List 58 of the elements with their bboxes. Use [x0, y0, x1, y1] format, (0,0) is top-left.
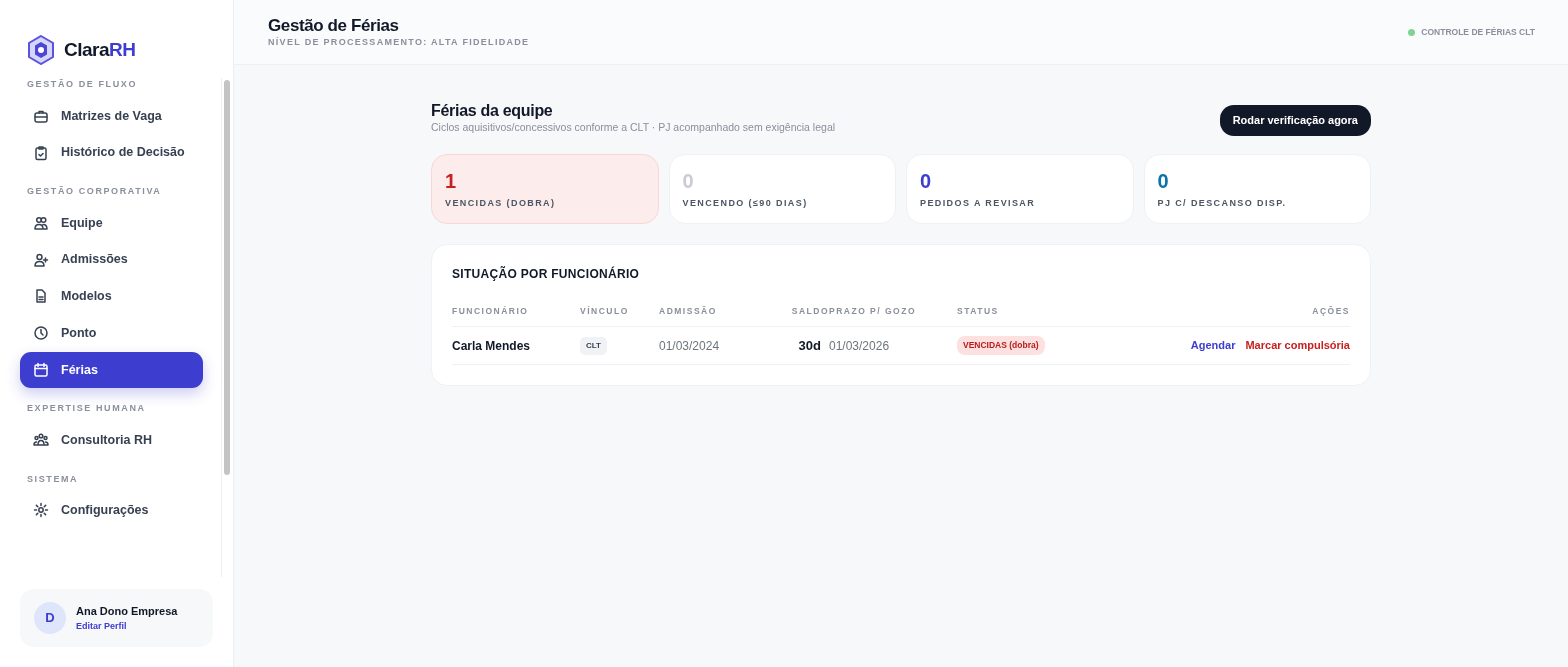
nav-item[interactable]: Configurações: [20, 492, 203, 529]
stat-value: 0: [1157, 170, 1170, 191]
nav-item[interactable]: Admissões: [20, 241, 203, 278]
table-cell-text: 30d: [798, 336, 821, 355]
user-name: Ana Dono Empresa: [76, 604, 178, 619]
nav-section-title: GESTÃO CORPORATIVA: [26, 185, 163, 198]
page-subtitle: NÍVEL DE PROCESSAMENTO: ALTA FIDELIDADE: [268, 36, 530, 50]
stat-value: 1: [445, 170, 458, 191]
table-cell-text: 01/03/2026: [829, 337, 890, 355]
nav-item[interactable]: Férias: [20, 351, 203, 389]
calendar-icon: [33, 361, 49, 378]
contract-tag: CLT: [580, 336, 607, 355]
nav-item[interactable]: Matrizes de Vaga: [20, 97, 203, 135]
clock-icon: [33, 325, 49, 342]
table-cell-text: 01/03/2024: [659, 337, 720, 355]
people-icon: [33, 214, 49, 231]
group-icon: [33, 432, 49, 449]
action-link[interactable]: Agendar: [1190, 337, 1236, 354]
stat-label: VENCIDAS (DOBRA): [445, 196, 557, 210]
nav-item[interactable]: Equipe: [20, 204, 203, 242]
edit-profile-link[interactable]: Editar Perfil: [76, 619, 178, 633]
run-check-button[interactable]: Rodar verificação agora: [1219, 105, 1371, 136]
table-title: SITUAÇÃO POR FUNCIONÁRIO: [452, 265, 641, 284]
page-title: Gestão de Férias: [268, 16, 400, 37]
status-badge: VENCIDAS (dobra): [957, 336, 1045, 356]
gear-icon: [33, 502, 49, 519]
status-dot: [1408, 28, 1416, 36]
column-header: SALDO: [777, 283, 829, 328]
nav-item[interactable]: Consultoria RH: [20, 421, 203, 459]
column-header: STATUS: [957, 283, 1181, 328]
column-header: PRAZO P/ GOZO: [829, 283, 957, 328]
user-profile-card[interactable]: D Ana Dono Empresa Editar Perfil: [20, 589, 213, 647]
nav-section-title: SISTEMA: [26, 472, 80, 486]
column-header: AÇÕES: [1180, 283, 1350, 328]
nav-item[interactable]: Histórico de Decisão: [20, 134, 203, 171]
column-header: VÍNCULO: [580, 283, 659, 328]
action-link[interactable]: Marcar compulsória: [1245, 337, 1350, 354]
user-plus-icon: [33, 251, 49, 268]
brand-name: ClaraRH: [64, 37, 136, 62]
clipboard-check-icon: [33, 144, 49, 161]
section-title: Férias da equipe: [431, 101, 554, 121]
section-subtitle: Ciclos aquisitivos/concessivos conforme a CLT · PJ acompanhado sem exigência legal: [431, 120, 836, 136]
stat-label: VENCENDO (≤90 DIAS): [682, 196, 809, 210]
column-header: FUNCIONÁRIO: [452, 283, 580, 328]
nav-section-title: EXPERTISE HUMANA: [26, 402, 147, 416]
logo-icon: [28, 35, 54, 65]
stat-value: 0: [920, 170, 933, 191]
nav-section-title: GESTÃO DE FLUXO: [26, 78, 138, 91]
document-icon: [33, 288, 49, 305]
stat-label: PJ C/ DESCANSO DISP.: [1157, 196, 1288, 210]
stat-label: PEDIDOS A REVISAR: [920, 196, 1037, 210]
table-cell-text: Carla Mendes: [452, 337, 531, 355]
status-label: CONTROLE DE FÉRIAS CLT: [1421, 25, 1535, 39]
scrollbar-thumb[interactable]: [224, 80, 230, 475]
user-avatar: D: [34, 602, 66, 634]
nav-item[interactable]: Modelos: [20, 278, 203, 315]
column-header: ADMISSÃO: [659, 283, 777, 328]
nav-item[interactable]: Ponto: [20, 314, 203, 352]
